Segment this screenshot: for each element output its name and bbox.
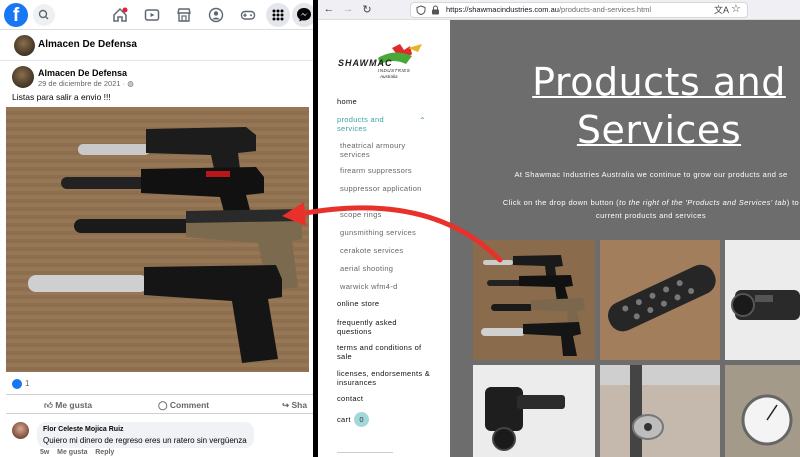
post-date-text[interactable]: 29 de diciembre de 2021 · (38, 79, 125, 88)
page-avatar[interactable] (14, 35, 35, 56)
back-icon[interactable]: ← (322, 3, 336, 15)
share-button[interactable]: ↪ Sha (282, 400, 307, 411)
nav-contact[interactable]: contact (337, 394, 437, 403)
post-date[interactable]: 29 de diciembre de 2021 · ◍ (38, 79, 134, 88)
globe-icon: ◍ (127, 79, 134, 88)
comment-icon: ◯ (158, 400, 168, 410)
search-icon[interactable] (33, 4, 55, 26)
nav-products-and-services[interactable]: products and services (337, 115, 415, 133)
comment-text: Quiero mi dinero de regreso eres un rate… (43, 436, 247, 445)
facebook-logo[interactable]: f (4, 3, 28, 27)
product-tile-suppressor[interactable] (600, 240, 720, 360)
nav-sub-cerakote[interactable]: cerakote services (340, 246, 435, 255)
nav-terms[interactable]: terms and conditions of sale (337, 343, 433, 361)
chevron-up-icon[interactable]: ⌃ (419, 116, 426, 125)
product-tile-gauge[interactable] (725, 365, 800, 457)
site-logo[interactable]: SHAWMAC INDUSTRIES Australia (338, 42, 426, 86)
product-tile-pistols[interactable] (473, 240, 595, 360)
page-heading: Products and Services (466, 58, 800, 154)
logo-subtitle: INDUSTRIES (378, 68, 411, 73)
post-author-avatar[interactable] (12, 66, 34, 88)
forward-icon[interactable]: → (341, 3, 355, 15)
translate-icon[interactable]: 文A (714, 3, 729, 16)
comment-like-link[interactable]: Me gusta (57, 449, 87, 456)
marketplace-icon[interactable] (176, 7, 192, 23)
gaming-icon[interactable] (240, 7, 256, 23)
sidebar-divider (337, 452, 393, 453)
logo-wordmark: SHAWMAC (338, 58, 393, 68)
instructions-line2: current products and services (596, 211, 706, 220)
comment-age: 5w (40, 449, 50, 456)
lock-icon[interactable] (431, 5, 440, 15)
instructions-pre: Click on the drop down button ( (502, 198, 620, 207)
comment-author[interactable]: Flor Celeste Mojica Ruiz (43, 426, 124, 433)
cart-count-badge[interactable]: 0 (354, 412, 369, 427)
instructions-post: ) to (786, 198, 800, 207)
star-icon[interactable]: ☆ (731, 2, 741, 15)
groups-icon[interactable] (208, 7, 224, 23)
nav-sub-firearm-suppressors[interactable]: firearm suppressors (340, 166, 435, 175)
nav-sub-gunsmithing[interactable]: gunsmithing services (340, 228, 435, 237)
reactions-count[interactable]: 1 (12, 379, 29, 389)
product-tile-scope[interactable] (725, 240, 800, 360)
comment-button-label: Comment (169, 400, 210, 410)
url-path: /products-and-services.html (558, 5, 652, 14)
url-text[interactable]: https://shawmacindustries.com.au/product… (446, 5, 651, 14)
menu-grid-icon[interactable] (266, 3, 290, 27)
like-reaction-icon (12, 379, 22, 389)
nav-licenses[interactable]: licenses, endorsements & insurances (337, 369, 433, 387)
share-button-label: Sha (291, 400, 308, 410)
reload-icon[interactable]: ↻ (360, 3, 374, 16)
nav-faq[interactable]: frequently asked questions (337, 318, 417, 336)
video-icon[interactable] (144, 7, 160, 23)
thumbs-up-icon: 👍︎ (44, 400, 53, 410)
nav-online-store[interactable]: online store (337, 299, 437, 308)
post-caption: Listas para salir a envio !!! (12, 92, 111, 102)
like-button[interactable]: 👍︎ Me gusta (44, 400, 92, 411)
page-title[interactable]: Almacen De Defensa (38, 39, 137, 50)
nav-sub-theatrical-armoury[interactable]: theatrical armoury services (340, 141, 435, 159)
shield-icon[interactable] (416, 5, 426, 15)
comment-button[interactable]: ◯ Comment (158, 400, 209, 411)
like-button-label: Me gusta (55, 400, 93, 410)
product-tile-barrel[interactable] (600, 365, 720, 457)
nav-sub-warwick[interactable]: warwick wfm4-d (340, 282, 435, 291)
nav-sub-scope-rings[interactable]: scope rings (340, 210, 435, 219)
url-host: https://shawmacindustries.com.au (446, 5, 559, 14)
nav-sub-aerial-shooting[interactable]: aerial shooting (340, 264, 435, 273)
product-tile-night-vision[interactable] (473, 365, 595, 457)
intro-text: At Shawmac Industries Australia we conti… (514, 170, 788, 179)
page-heading-line2: Services (576, 108, 742, 152)
post-photo[interactable] (6, 107, 309, 372)
commenter-avatar[interactable] (12, 422, 29, 439)
comment-meta: 5w Me gusta Reply (40, 449, 114, 456)
reactions-count-text[interactable]: 1 (25, 379, 29, 388)
instructions-text: Click on the drop down button (to the ri… (466, 196, 800, 222)
nav-sub-suppressor-application[interactable]: suppressor application (340, 184, 435, 193)
comment-reply-link[interactable]: Reply (95, 449, 114, 456)
page-heading-line1: Products and (532, 60, 786, 104)
logo-country: Australia (380, 74, 398, 79)
instructions-emphasis: to the right of the 'Products and Servic… (619, 198, 787, 207)
post-author[interactable]: Almacen De Defensa (38, 68, 127, 78)
share-icon: ↪ (282, 400, 290, 410)
nav-home[interactable]: home (337, 97, 437, 106)
home-icon[interactable] (112, 7, 128, 23)
